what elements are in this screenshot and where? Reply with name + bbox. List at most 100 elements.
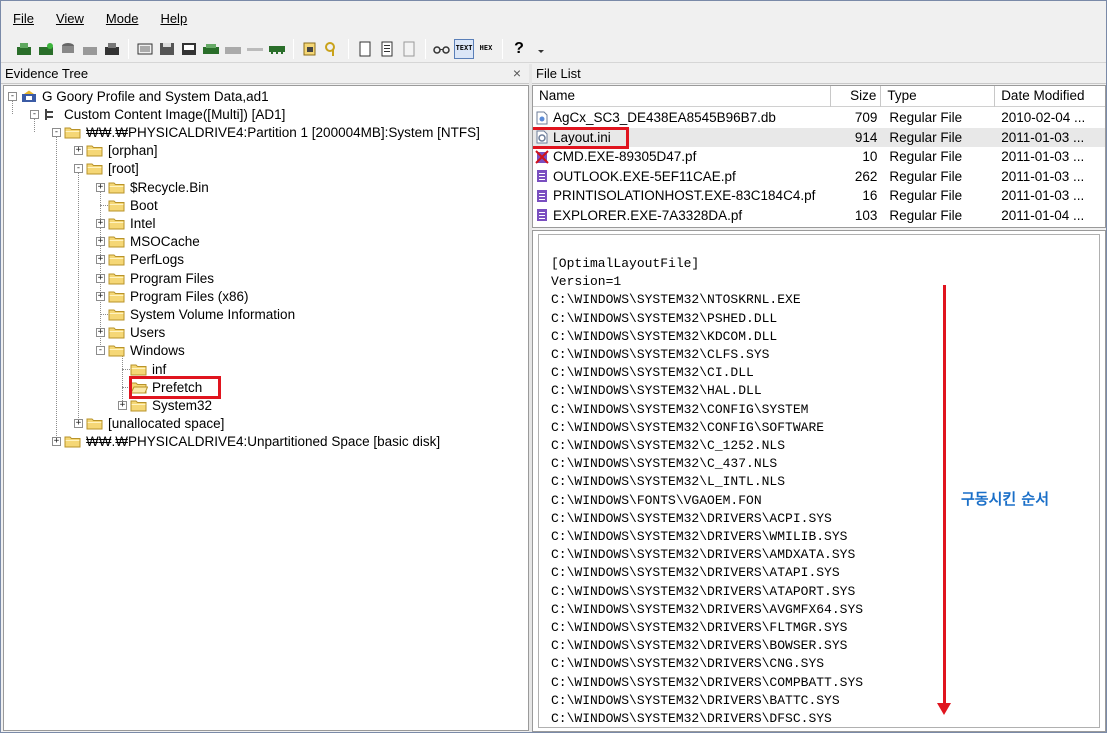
tree-item-unallocated-space[interactable]: + [unallocated space] — [74, 415, 224, 433]
file-name-cell: AgCx_SC3_DE438EA8545B96B7.db — [533, 110, 831, 125]
collapse-icon[interactable]: - — [52, 127, 61, 137]
tree-item-physicaldrive4-partition-1-200004mb-system-ntfs[interactable]: - ₩₩.₩PHYSICALDRIVE4:Partition 1 [200004M… — [52, 123, 480, 141]
document-grey-icon[interactable] — [399, 39, 419, 59]
tree-item-windows[interactable]: - Windows — [96, 342, 185, 360]
file-date-modified: 2011-01-04 ... — [1001, 207, 1085, 223]
folder-icon — [108, 199, 130, 212]
menu-mode[interactable]: Mode — [102, 9, 143, 28]
collapse-icon[interactable]: - — [96, 346, 105, 356]
toolbar-overflow-icon[interactable] — [531, 39, 551, 59]
expand-icon[interactable]: + — [96, 328, 105, 338]
expand-icon[interactable]: + — [96, 255, 105, 265]
expand-icon[interactable]: + — [96, 182, 105, 192]
tree-item-recycle-bin[interactable]: + $Recycle.Bin — [96, 178, 209, 196]
tree-item-boot[interactable]: Boot — [96, 196, 158, 214]
file-list-row[interactable]: EXPLORER.EXE-7A3328DA.pf 103 Regular File 2… — [533, 206, 1105, 226]
expand-icon[interactable]: + — [52, 437, 61, 447]
remove-evidence-icon[interactable] — [80, 39, 100, 59]
evidence-tree-title-text: Evidence Tree — [5, 66, 89, 81]
remove-all-evidence-icon[interactable] — [102, 39, 122, 59]
tree-connector-line — [78, 168, 79, 424]
file-date-modified: 2010-02-04 ... — [1001, 110, 1086, 126]
collapse-icon[interactable]: - — [30, 109, 39, 119]
folder-icon — [86, 162, 108, 175]
new-document-icon[interactable] — [355, 39, 375, 59]
expand-icon[interactable]: + — [74, 419, 83, 429]
text-line: C:\WINDOWS\SYSTEM32\DRIVERS\BATTC.SYS — [551, 692, 840, 708]
document-lines-icon[interactable] — [377, 39, 397, 59]
expand-icon[interactable]: + — [118, 400, 127, 410]
tree-item-program-files-x86[interactable]: + Program Files (x86) — [96, 287, 249, 305]
tree-item-orphan[interactable]: + [orphan] — [74, 142, 158, 160]
tree-item-intel[interactable]: + Intel — [96, 214, 156, 232]
text-view-button[interactable]: TEXT — [454, 38, 474, 59]
tree-item-root[interactable]: - [root] — [74, 160, 139, 178]
file-list-row[interactable]: PRINTISOLATIONHOST.EXE-83C184C4.pf 16 Regu… — [533, 186, 1105, 206]
bar-icon[interactable] — [245, 39, 265, 59]
expand-icon[interactable]: + — [96, 291, 105, 301]
menu-help[interactable]: Help — [156, 9, 191, 28]
tree-item-label: Users — [130, 325, 166, 341]
file-type: Regular File — [889, 207, 963, 223]
toolbar-separator — [425, 38, 426, 59]
tree-item-system-volume-information[interactable]: System Volume Information — [96, 305, 295, 323]
file-list-row[interactable]: OUTLOOK.EXE-5EF11CAE.pf 262 Regular File 20… — [533, 167, 1105, 187]
folder-icon — [108, 181, 130, 194]
menu-file[interactable]: File — [9, 9, 38, 28]
file-list-row[interactable]: AgCx_SC3_DE438EA8545B96B7.db 709 Regular F… — [533, 108, 1105, 128]
expand-icon[interactable]: + — [96, 218, 105, 228]
text-line: C:\WINDOWS\SYSTEM32\DRIVERS\CNG.SYS — [551, 656, 825, 672]
tree-item-physicaldrive4-unpartitioned-space-basic-disk[interactable]: + ₩₩.₩PHYSICALDRIVE4:Unpartitioned Space … — [52, 433, 440, 451]
file-type: Regular File — [889, 149, 963, 165]
tree-item-perflogs[interactable]: + PerfLogs — [96, 251, 184, 269]
add-all-evidence-icon[interactable] — [36, 39, 56, 59]
image-mount-icon[interactable] — [58, 39, 78, 59]
help-icon[interactable]: ? — [509, 39, 529, 59]
folder-icon — [108, 308, 130, 321]
menu-view[interactable]: View — [52, 9, 88, 28]
column-header-size[interactable]: Size — [831, 86, 882, 107]
column-header-name[interactable]: Name — [533, 86, 832, 107]
tree-item-g-goory-profile-and-system-data-ad1[interactable]: - G Goory Profile and System Data,ad1 — [8, 87, 269, 105]
file-type: Regular File — [889, 110, 963, 126]
close-icon[interactable]: × — [513, 64, 521, 83]
file-list-header: Name Size Type Date Modified — [533, 86, 1105, 107]
create-image-icon[interactable] — [135, 39, 155, 59]
drive-icon[interactable] — [201, 39, 221, 59]
tree-item-users[interactable]: + Users — [96, 324, 165, 342]
hex-view-button[interactable]: HEX — [476, 39, 496, 59]
column-header-date-modified[interactable]: Date Modified — [995, 86, 1105, 107]
export-icon[interactable] — [179, 39, 199, 59]
tree-connector-line — [100, 205, 108, 207]
expand-icon[interactable]: + — [96, 237, 105, 247]
pf-file-icon — [535, 208, 553, 222]
tree-item-label: [root] — [108, 161, 139, 177]
memory-icon[interactable] — [267, 39, 287, 59]
save-icon[interactable] — [157, 39, 177, 59]
file-name-cell: PRINTISOLATIONHOST.EXE-83C184C4.pf — [533, 188, 831, 203]
text-viewer-content[interactable]: [OptimalLayoutFile] Version=1 C:\WINDOWS\S… — [538, 234, 1100, 728]
tree-item-msocache[interactable]: + MSOCache — [96, 233, 200, 251]
tree-item-label: Program Files — [130, 270, 215, 286]
tree-item-label: [unallocated space] — [108, 416, 225, 432]
pf-file-icon — [535, 169, 553, 183]
glasses-icon[interactable] — [432, 39, 452, 59]
tree-item-program-files[interactable]: + Program Files — [96, 269, 214, 287]
drive-disabled-icon[interactable] — [223, 39, 243, 59]
column-header-type[interactable]: Type — [881, 86, 996, 107]
layout-ini-highlight-box — [533, 126, 629, 149]
add-evidence-icon[interactable] — [14, 39, 34, 59]
key-icon[interactable] — [322, 39, 342, 59]
text-line: C:\WINDOWS\SYSTEM32\PSHED.DLL — [551, 310, 778, 326]
tree-item-custom-content-image-multi-ad1[interactable]: - Custom Content Image([Multi]) [AD1] — [30, 105, 285, 123]
collapse-icon[interactable]: - — [74, 164, 83, 174]
file-date-modified: 2011-01-03 ... — [1001, 168, 1085, 184]
file-list-row[interactable]: CMD.EXE-89305D47.pf 10 Regular File 2011-01… — [533, 147, 1105, 167]
file-size: 103 — [854, 207, 878, 223]
export-files-icon[interactable] — [300, 39, 320, 59]
expand-icon[interactable]: + — [74, 146, 83, 156]
file-size: 262 — [854, 168, 878, 184]
collapse-icon[interactable]: - — [8, 91, 17, 101]
text-line: C:\WINDOWS\SYSTEM32\DRIVERS\FLTMGR.SYS — [551, 620, 848, 635]
expand-icon[interactable]: + — [96, 273, 105, 283]
